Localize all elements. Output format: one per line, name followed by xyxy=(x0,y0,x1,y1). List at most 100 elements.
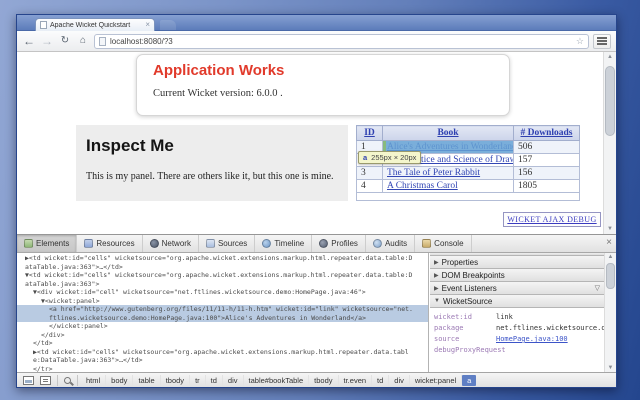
header-id[interactable]: ID xyxy=(357,126,383,141)
sidebar-scrollbar-thumb[interactable] xyxy=(606,263,615,289)
console-drawer-icon[interactable] xyxy=(40,376,51,385)
devtools-tab[interactable]: Elements xyxy=(17,235,77,252)
browser-tab[interactable]: Apache Wicket Quickstart × xyxy=(35,18,155,31)
title-bar[interactable]: Apache Wicket Quickstart × xyxy=(17,15,616,31)
chrome-menu-button[interactable] xyxy=(593,34,611,49)
scroll-up-icon[interactable]: ▲ xyxy=(604,54,616,60)
breadcrumb-item[interactable]: tbody xyxy=(309,375,338,386)
devtools-tab[interactable]: Network xyxy=(143,235,199,252)
dom-tree-line[interactable]: ▶<td wicket:id="cells" wicketsource="org… xyxy=(17,254,428,271)
scroll-down-icon[interactable]: ▼ xyxy=(604,226,616,232)
disclosure-triangle-icon[interactable]: ▶ xyxy=(434,272,439,279)
sidebar-section-label: DOM Breakpoints xyxy=(442,271,505,280)
breadcrumb-item[interactable]: table#bookTable xyxy=(244,375,310,386)
sidebar-section-header[interactable]: ▶ Properties xyxy=(430,256,604,269)
devtools-tab-label: Audits xyxy=(385,239,407,248)
divider xyxy=(57,375,58,386)
tooltip-tag: a xyxy=(363,153,367,162)
wicketsource-pane: wicket:id link package net.ftlines.wicke… xyxy=(430,308,604,356)
home-button[interactable]: ⌂ xyxy=(76,35,90,47)
property-value[interactable]: link xyxy=(496,312,513,323)
dom-tree-line[interactable]: </wicket:panel> xyxy=(17,322,428,331)
table-footer-strip xyxy=(357,193,580,201)
page-icon xyxy=(99,37,106,46)
devtools-tab-label: Console xyxy=(434,239,463,248)
property-key: source xyxy=(434,334,496,345)
dom-tree-line[interactable]: ▶<td wicket:id="cells" wicketsource="org… xyxy=(17,348,428,365)
address-bar[interactable]: localhost:8080/?3 ☆ xyxy=(94,34,589,49)
book-link[interactable]: The Tale of Peter Rabbit xyxy=(387,168,480,178)
devtools-tab-label: Network xyxy=(162,239,191,248)
bookmark-star-icon[interactable]: ☆ xyxy=(576,36,584,47)
breadcrumb-item[interactable]: td xyxy=(372,375,389,386)
scrollbar-thumb[interactable] xyxy=(605,66,615,136)
dock-side-icon[interactable] xyxy=(23,376,34,385)
devtools-tab-label: Elements xyxy=(36,239,69,248)
sidebar-scroll-down-icon[interactable]: ▼ xyxy=(605,365,616,371)
breadcrumb-item[interactable]: tbody xyxy=(161,375,190,386)
breadcrumb-item[interactable]: body xyxy=(106,375,133,386)
sidebar-scroll-up-icon[interactable]: ▲ xyxy=(605,254,616,260)
dom-tree-line[interactable]: ▼<td wicket:id="cells" wicketsource="org… xyxy=(17,271,428,288)
breadcrumb-item[interactable]: div xyxy=(389,375,410,386)
devtools-tab[interactable]: Console xyxy=(415,235,471,252)
wicket-ajax-debug-button[interactable]: WICKET AJAX DEBUG xyxy=(503,212,601,227)
devtools-tab[interactable]: Profiles xyxy=(312,235,366,252)
dom-tree-line[interactable]: </div> xyxy=(17,331,428,340)
breadcrumb-item[interactable]: a xyxy=(462,375,476,386)
dom-tree-line[interactable]: </td> xyxy=(17,339,428,348)
cell-downloads: 506 xyxy=(514,141,580,154)
inspect-me-panel: Inspect Me This is my panel. There are o… xyxy=(76,125,348,201)
dom-tree-line[interactable]: ▼<wicket:panel> xyxy=(17,297,428,306)
devtools-tab[interactable]: Resources xyxy=(77,235,142,252)
book-link[interactable]: A Christmas Carol xyxy=(387,181,458,191)
inspect-element-icon[interactable] xyxy=(64,377,71,384)
property-value[interactable]: net.ftlines.wicketsource.demo xyxy=(496,323,604,334)
element-size-tooltip: a 255px × 20px xyxy=(358,151,421,164)
breadcrumb-item[interactable]: table xyxy=(133,375,160,386)
breadcrumb-item[interactable]: tr.even xyxy=(339,375,373,386)
property-key: wicket:id xyxy=(434,312,496,323)
cell-downloads: 1805 xyxy=(514,180,580,193)
breadcrumb-item[interactable]: html xyxy=(81,375,106,386)
desktop-background: Apache Wicket Quickstart × ← → ↻ ⌂ local… xyxy=(0,0,640,400)
devtools-status-bar: htmlbodytabletbodytrtddivtable#bookTable… xyxy=(17,372,616,387)
dom-tree-line[interactable]: <a href="http://www.gutenberg.org/files/… xyxy=(17,305,428,322)
cell-id: 4 xyxy=(357,180,383,193)
header-downloads[interactable]: # Downloads xyxy=(514,126,580,141)
table-row: 3 The Tale of Peter Rabbit 156 xyxy=(357,167,580,180)
breadcrumb-item[interactable]: div xyxy=(223,375,244,386)
sidebar-section-header[interactable]: ▼ WicketSource xyxy=(430,295,604,308)
back-button[interactable]: ← xyxy=(22,35,36,47)
tab-title: Apache Wicket Quickstart xyxy=(50,22,142,29)
new-tab-button[interactable] xyxy=(160,20,176,30)
dom-tree-line[interactable]: </tr> xyxy=(17,365,428,373)
devtools-close-icon[interactable]: × xyxy=(606,237,612,248)
sidebar-section-header[interactable]: ▶ DOM Breakpoints xyxy=(430,269,604,282)
disclosure-triangle-icon[interactable]: ▶ xyxy=(434,259,439,266)
forward-button[interactable]: → xyxy=(40,35,54,47)
sidebar-section-header[interactable]: ▶ Event Listeners ▽ xyxy=(430,282,604,295)
devtools-tab-bar: Elements Resources Network Sources Timel… xyxy=(17,235,616,253)
devtools-tab[interactable]: Sources xyxy=(199,235,255,252)
tab-close-icon[interactable]: × xyxy=(145,21,150,29)
tooltip-dimensions: 255px × 20px xyxy=(371,153,416,162)
disclosure-triangle-icon[interactable]: ▶ xyxy=(434,285,439,292)
devtools-tab[interactable]: Audits xyxy=(366,235,415,252)
devtools-tab[interactable]: Timeline xyxy=(255,235,312,252)
header-book[interactable]: Book xyxy=(383,126,514,141)
reload-button[interactable]: ↻ xyxy=(58,35,72,47)
wicketsource-row: wicket:id link xyxy=(434,312,602,323)
breadcrumb-item[interactable]: tr xyxy=(190,375,206,386)
page-scrollbar[interactable]: ▲ ▼ xyxy=(603,52,616,234)
disclosure-triangle-icon[interactable]: ▼ xyxy=(434,298,440,304)
filter-icon[interactable]: ▽ xyxy=(595,284,600,292)
url-text[interactable]: localhost:8080/?3 xyxy=(110,37,572,46)
breadcrumb-item[interactable]: td xyxy=(206,375,223,386)
dom-tree-line[interactable]: ▼<div wicket:id="cell" wicketsource="net… xyxy=(17,288,428,297)
browser-toolbar: ← → ↻ ⌂ localhost:8080/?3 ☆ xyxy=(17,31,616,52)
breadcrumb-item[interactable]: wicket:panel xyxy=(410,375,462,386)
sidebar-scrollbar[interactable]: ▲ ▼ xyxy=(604,253,616,372)
property-value[interactable]: HomePage.java:100 xyxy=(496,334,568,345)
devtools-tab-label: Resources xyxy=(96,239,134,248)
